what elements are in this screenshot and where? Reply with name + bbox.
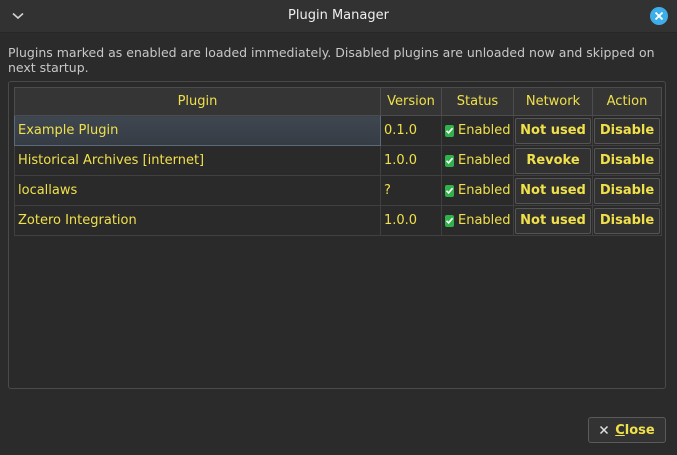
plugin-name-cell[interactable]: Zotero Integration <box>14 205 381 236</box>
network-cell: Revoke <box>513 145 593 176</box>
network-button[interactable]: Not used <box>515 207 591 234</box>
checkmark-icon <box>445 214 454 227</box>
disable-button[interactable]: Disable <box>594 117 660 144</box>
status-cell: Enabled <box>441 145 514 176</box>
version-cell: 1.0.0 <box>380 205 442 236</box>
status-label: Enabled <box>458 123 511 138</box>
network-button[interactable]: Not used <box>515 117 591 144</box>
disable-button[interactable]: Disable <box>594 147 660 174</box>
close-icon <box>654 11 664 21</box>
header-status[interactable]: Status <box>441 87 514 116</box>
window-title: Plugin Manager <box>288 8 389 23</box>
status-cell: Enabled <box>441 205 514 236</box>
plugin-name-cell[interactable]: Historical Archives [internet] <box>14 145 381 176</box>
version-cell: ? <box>380 175 442 206</box>
disable-button[interactable]: Disable <box>594 177 660 204</box>
version-cell: 0.1.0 <box>380 115 442 146</box>
action-cell: Disable <box>592 115 662 146</box>
plugin-table-frame: Plugin Version Status Network Action Exa… <box>8 81 666 389</box>
close-button-label: Close <box>615 422 655 438</box>
disable-button[interactable]: Disable <box>594 207 660 234</box>
table-row[interactable]: Zotero Integration 1.0.0 Enabled Not use… <box>14 205 662 236</box>
description-text: Plugins marked as enabled are loaded imm… <box>8 45 655 75</box>
header-action[interactable]: Action <box>592 87 662 116</box>
checkmark-icon <box>445 124 454 137</box>
status-cell: Enabled <box>441 115 514 146</box>
network-button[interactable]: Not used <box>515 177 591 204</box>
action-cell: Disable <box>592 175 662 206</box>
network-cell: Not used <box>513 115 593 146</box>
plugin-name-cell[interactable]: Example Plugin <box>14 115 381 146</box>
plugin-name-cell[interactable]: locallaws <box>14 175 381 206</box>
checkmark-icon <box>445 154 454 167</box>
checkmark-icon <box>445 184 454 197</box>
window-close-button[interactable] <box>650 7 668 25</box>
version-cell: 1.0.0 <box>380 145 442 176</box>
close-button[interactable]: Close <box>588 417 666 443</box>
status-label: Enabled <box>458 213 511 228</box>
table-row[interactable]: Example Plugin 0.1.0 Enabled Not used Di… <box>14 115 662 146</box>
status-label: Enabled <box>458 153 511 168</box>
network-cell: Not used <box>513 175 593 206</box>
header-plugin[interactable]: Plugin <box>14 87 381 116</box>
plugin-table: Plugin Version Status Network Action Exa… <box>14 87 662 236</box>
action-cell: Disable <box>592 145 662 176</box>
revoke-button[interactable]: Revoke <box>515 147 591 174</box>
table-row[interactable]: Historical Archives [internet] 1.0.0 Ena… <box>14 145 662 176</box>
network-cell: Not used <box>513 205 593 236</box>
action-cell: Disable <box>592 205 662 236</box>
table-header-row: Plugin Version Status Network Action <box>14 87 662 116</box>
status-label: Enabled <box>458 183 511 198</box>
header-version[interactable]: Version <box>380 87 442 116</box>
header-network[interactable]: Network <box>513 87 593 116</box>
status-cell: Enabled <box>441 175 514 206</box>
x-icon <box>600 425 609 435</box>
table-row[interactable]: locallaws ? Enabled Not used Disable <box>14 175 662 206</box>
title-bar: Plugin Manager <box>0 0 677 33</box>
